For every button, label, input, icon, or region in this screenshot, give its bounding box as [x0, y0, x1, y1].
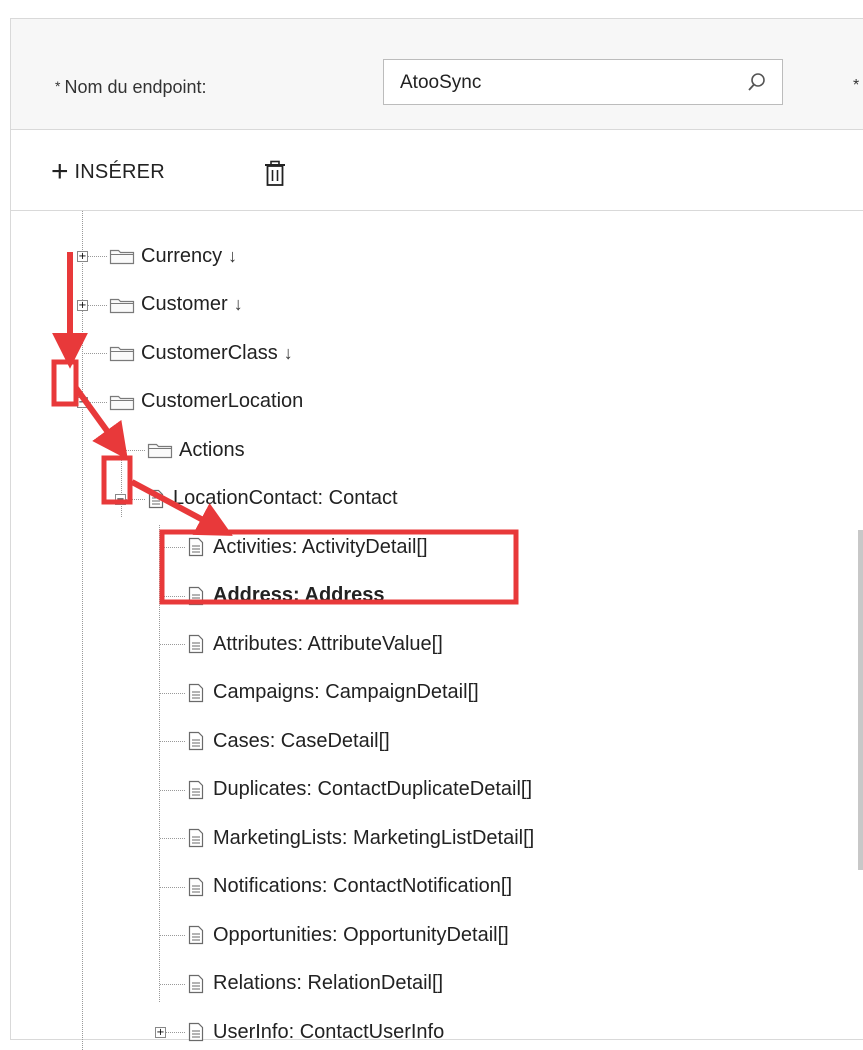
- tree-node[interactable]: Actions: [147, 433, 245, 467]
- collapse-toggle-icon[interactable]: −: [77, 396, 88, 408]
- next-field-required-marker: *: [853, 77, 860, 94]
- tree-node-label: Campaigns: CampaignDetail[]: [213, 681, 479, 703]
- expand-toggle-icon[interactable]: +: [77, 251, 88, 262]
- trash-icon[interactable]: [263, 160, 287, 188]
- tree-node[interactable]: Customer ↓: [109, 288, 243, 322]
- tree-node-label: CustomerLocation: [141, 390, 304, 412]
- tree-node-label: Actions: [179, 438, 245, 461]
- tree-node[interactable]: CustomerLocation: [109, 385, 303, 419]
- tree-node-label: Duplicates: ContactDuplicateDetail[]: [213, 778, 533, 800]
- tree-branch-line: [120, 450, 145, 451]
- tree-guide-line: [82, 211, 83, 1050]
- document-icon: [187, 586, 205, 606]
- tree-node-label: Notifications: ContactNotification[]: [213, 875, 513, 897]
- endpoint-name-label: * Nom du endpoint:: [55, 77, 207, 98]
- required-marker: *: [55, 78, 61, 94]
- tree-branch-line: [160, 692, 185, 694]
- tree-node[interactable]: Attributes: AttributeValue[]: [187, 627, 443, 661]
- tree-branch-line: [160, 838, 185, 839]
- tree-branch-line: [160, 886, 185, 888]
- insert-button[interactable]: + INSÉRER: [51, 156, 165, 188]
- tree-node[interactable]: Address: Address: [187, 579, 385, 613]
- document-icon: [187, 877, 205, 897]
- document-icon: [187, 537, 205, 557]
- endpoint-name-input[interactable]: [398, 68, 722, 98]
- tree-scrollbar[interactable]: [858, 530, 863, 870]
- tree-node[interactable]: MarketingLists: MarketingListDetail[]: [187, 821, 534, 855]
- sort-down-arrow-icon: ↓: [233, 294, 243, 314]
- collapse-toggle-icon[interactable]: −: [115, 493, 126, 505]
- insert-button-label: INSÉRER: [74, 160, 165, 183]
- endpoint-name-label-text: Nom du endpoint:: [64, 77, 207, 97]
- tree-node-label: Customer: [141, 293, 228, 315]
- folder-icon: [109, 393, 135, 411]
- expand-toggle-icon[interactable]: +: [155, 1027, 166, 1038]
- tree-node-label: Opportunities: OpportunityDetail[]: [213, 923, 509, 946]
- document-icon: [187, 683, 205, 703]
- document-icon: [187, 780, 205, 800]
- tree-node-label: Currency: [141, 244, 223, 267]
- document-icon: [187, 731, 205, 751]
- endpoint-editor-panel: *Nom du endpoint: * + INSÉRER +Currency↓…: [10, 18, 863, 1050]
- tree-node[interactable]: Activities: ActivityDetail[]: [187, 530, 428, 564]
- tree-node-label: MarketingLists: MarketingListDetail[]: [213, 826, 535, 849]
- document-icon: [187, 828, 205, 848]
- tree-node-label: LocationContact: Contact: [173, 487, 398, 509]
- tree-node[interactable]: Relations: RelationDetail[]: [187, 967, 443, 1001]
- tree-branch-line: [160, 789, 185, 791]
- tree-node[interactable]: Currency ↓: [109, 239, 237, 273]
- endpoint-form: *Nom du endpoint: *: [11, 19, 863, 130]
- tree-node[interactable]: Cases: CaseDetail[]: [187, 724, 390, 758]
- endpoint-name-field[interactable]: [383, 59, 783, 105]
- schema-tree: + Currency ↓ + Customer ↓ CustomerClass ↓ − Custo…: [11, 211, 863, 1050]
- tree-node-label: Attributes: AttributeValue[]: [213, 632, 443, 655]
- expand-toggle-icon[interactable]: +: [77, 299, 88, 311]
- document-icon: [187, 925, 205, 945]
- tree-branch-line: [160, 935, 185, 936]
- tree-node[interactable]: LocationContact: Contact: [147, 482, 398, 516]
- sort-down-arrow-icon: ↓: [228, 245, 238, 266]
- search-icon[interactable]: [746, 71, 768, 93]
- tree-node-label: Address: Address: [213, 584, 385, 606]
- tree-node[interactable]: Opportunities: OpportunityDetail[]: [187, 918, 509, 952]
- tree-branch-line: [82, 353, 107, 354]
- tree-node-label: CustomerClass: [141, 341, 278, 364]
- toolbar: + INSÉRER: [11, 130, 863, 211]
- tree-branch-line: [160, 983, 185, 985]
- tree-node[interactable]: Duplicates: ContactDuplicateDetail[]: [187, 773, 532, 807]
- tree-branch-line: [160, 741, 185, 742]
- tree-node-label: Relations: RelationDetail[]: [213, 972, 444, 994]
- tree-branch-line: [160, 547, 185, 548]
- plus-icon: +: [51, 155, 69, 188]
- document-icon: [187, 1022, 205, 1042]
- folder-icon: [147, 441, 173, 459]
- sort-down-arrow-icon: ↓: [283, 342, 293, 363]
- document-icon: [187, 974, 205, 994]
- folder-icon: [109, 344, 135, 362]
- document-icon: [147, 489, 165, 509]
- folder-icon: [109, 296, 135, 314]
- tree-node[interactable]: CustomerClass ↓: [109, 336, 293, 370]
- tree-node-label: Cases: CaseDetail[]: [213, 729, 390, 752]
- tree-node-label: Activities: ActivityDetail[]: [213, 535, 428, 558]
- tree-node[interactable]: UserInfo: ContactUserInfo: [187, 1015, 444, 1049]
- tree-branch-line: [160, 644, 185, 645]
- document-icon: [187, 634, 205, 654]
- tree-node[interactable]: Campaigns: CampaignDetail[]: [187, 676, 479, 710]
- folder-icon: [109, 247, 135, 265]
- tree-branch-line: [160, 595, 185, 597]
- tree-node[interactable]: Notifications: ContactNotification[]: [187, 870, 512, 904]
